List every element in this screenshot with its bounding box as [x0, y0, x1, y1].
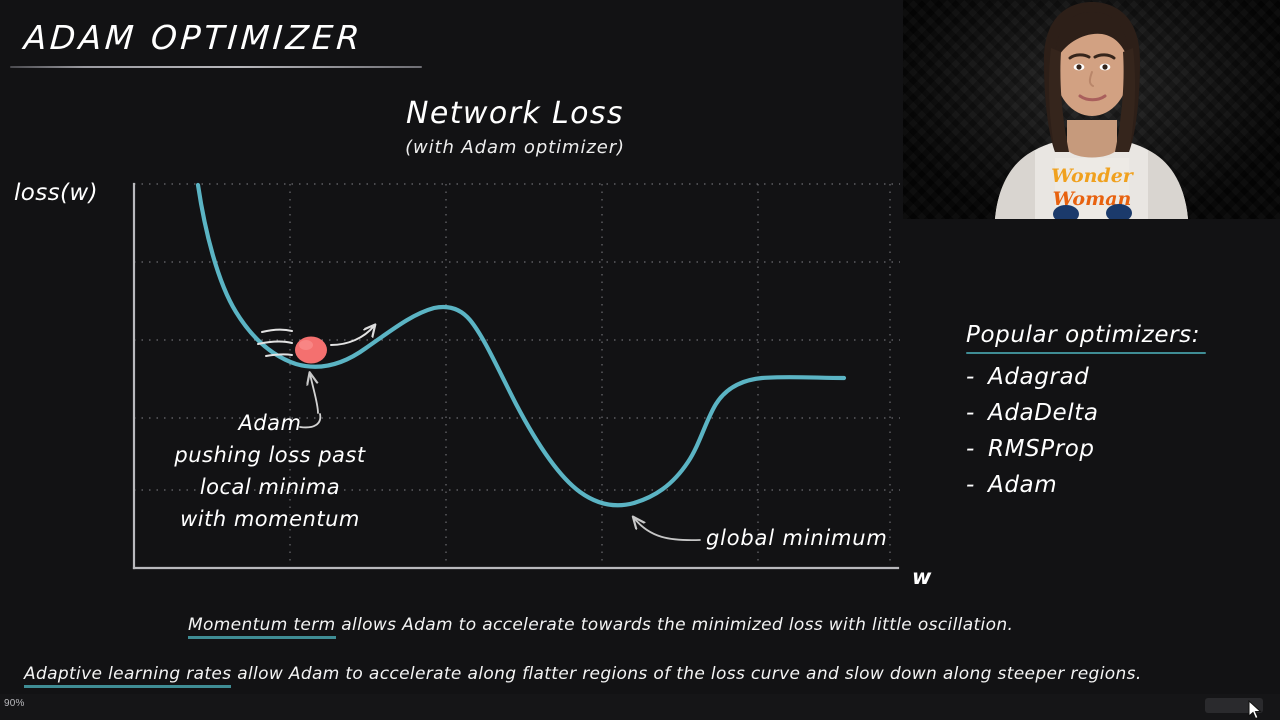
list-dash: -	[966, 400, 975, 426]
slide-title-block: ADAM OPTIMIZER	[10, 18, 454, 68]
list-dash: -	[966, 364, 975, 390]
adam-ball-marker	[295, 336, 327, 364]
caption-momentum-rest: allows Adam to accelerate towards the mi…	[335, 615, 1014, 635]
global-minimum-annotation: global minimum	[706, 526, 888, 550]
shirt-graphic: Wonder Woman	[1051, 158, 1135, 219]
page-title: ADAM OPTIMIZER	[22, 18, 365, 57]
chart-heading: Network Loss (with Adam optimizer)	[270, 96, 760, 158]
annotation-line-2: pushing loss past	[174, 443, 366, 467]
x-axis-label: w	[912, 565, 932, 589]
caption-adaptive-underlined: Adaptive learning rates	[24, 664, 232, 688]
annotation-line-3: local minima	[199, 475, 341, 499]
optimizer-item-rmsprop: - RMSProp	[966, 436, 1256, 462]
presenter-figure: Wonder Woman	[995, 2, 1188, 219]
caption-momentum: Momentum term allows Adam to accelerate …	[188, 615, 1014, 639]
optimizer-item-adagrad: - Adagrad	[966, 364, 1256, 390]
chart-title: Network Loss	[406, 96, 624, 131]
optimizer-label: RMSProp	[988, 436, 1095, 462]
screen: ADAM OPTIMIZER Network Loss (with Adam o…	[0, 0, 1280, 720]
optimizer-label: Adam	[988, 472, 1058, 498]
global-min-leader-line	[634, 518, 701, 542]
slide-canvas: ADAM OPTIMIZER Network Loss (with Adam o…	[0, 0, 1280, 694]
annotation-line-1: Adam	[238, 411, 302, 435]
zoom-level-indicator: 90%	[4, 698, 25, 709]
presenter-video-overlay: Wonder Woman	[903, 0, 1280, 219]
optimizer-item-adam: - Adam	[966, 472, 1256, 498]
caption-adaptive: Adaptive learning rates allow Adam to ac…	[24, 664, 1142, 688]
title-underline	[10, 66, 422, 68]
momentum-arrow-icon	[330, 326, 374, 346]
caption-adaptive-rest: allow Adam to accelerate along flatter r…	[231, 664, 1142, 684]
optimizers-heading: Popular optimizers:	[966, 322, 1201, 348]
optimizer-label: Adagrad	[988, 364, 1090, 390]
optimizer-item-adadelta: - AdaDelta	[966, 400, 1256, 426]
list-dash: -	[966, 436, 975, 462]
optimizers-heading-underline	[966, 352, 1206, 354]
svg-text:Wonder: Wonder	[1051, 165, 1135, 187]
annotation-line-4: with momentum	[180, 507, 360, 531]
popular-optimizers-block: Popular optimizers: - Adagrad - AdaDelta -…	[966, 322, 1256, 498]
optimizer-label: AdaDelta	[988, 400, 1099, 426]
speed-lines-icon	[257, 328, 293, 357]
player-bar[interactable]	[0, 694, 1280, 720]
local-minimum-annotation: Adam pushing loss past local minima with…	[150, 407, 390, 535]
chart-subtitle: (with Adam optimizer)	[405, 137, 625, 158]
adam-ball-highlight	[299, 340, 313, 350]
y-axis-label: loss(w)	[14, 180, 98, 206]
caption-momentum-underlined: Momentum term	[188, 615, 336, 639]
list-dash: -	[966, 472, 975, 498]
mouse-cursor	[1248, 700, 1262, 720]
